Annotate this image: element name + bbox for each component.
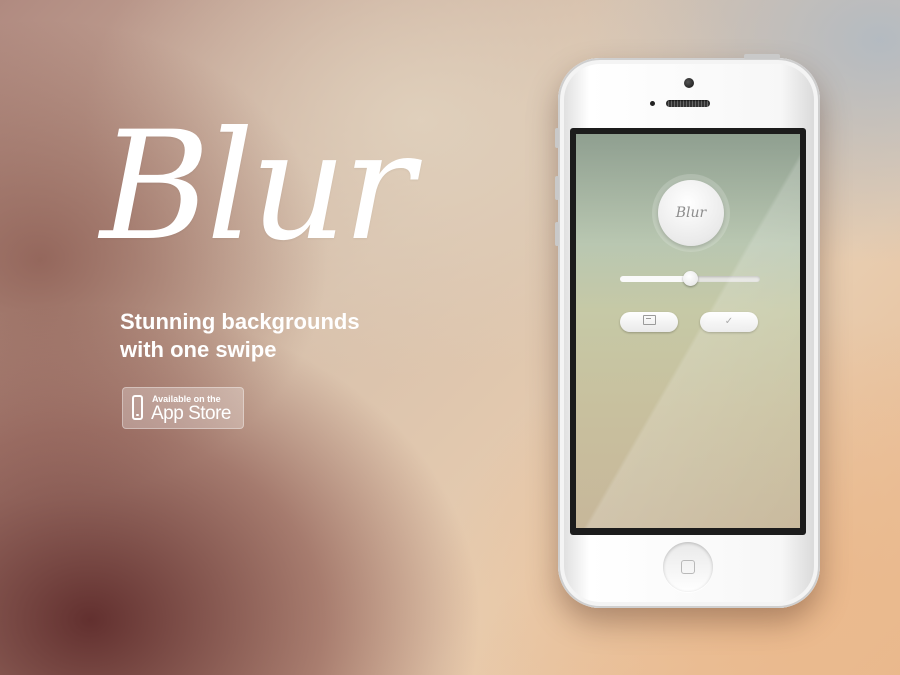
app-store-badge[interactable]: Available on the App Store [122,387,244,429]
blur-logo: Blur [100,100,415,274]
proximity-sensor [650,101,655,106]
confirm-button[interactable]: ✓ [700,312,758,332]
volume-up-button [555,176,559,200]
iphone-mockup: Blur ✓ [555,54,820,608]
earpiece-speaker [666,100,710,107]
volume-down-button [555,222,559,246]
mute-switch [555,128,559,148]
screen-bezel: Blur ✓ [570,128,806,535]
app-screen: Blur ✓ [576,134,800,528]
blur-slider[interactable] [620,271,760,286]
slider-thumb[interactable] [683,271,698,286]
app-store-text: App Store [151,403,232,424]
iphone-icon [132,395,143,420]
home-button[interactable] [663,542,713,592]
tagline: Stunning backgrounds with one swipe [120,308,440,364]
slider-fill [620,276,691,282]
blur-button[interactable]: Blur [658,180,724,246]
home-square-icon [681,560,695,574]
front-camera-icon [684,78,694,88]
tagline-line-2: with one swipe [120,337,277,362]
tagline-line-1: Stunning backgrounds [120,309,360,334]
image-icon [642,315,656,325]
checkmark-icon: ✓ [724,316,734,327]
sleep-button [744,54,780,59]
choose-image-button[interactable] [620,312,678,332]
